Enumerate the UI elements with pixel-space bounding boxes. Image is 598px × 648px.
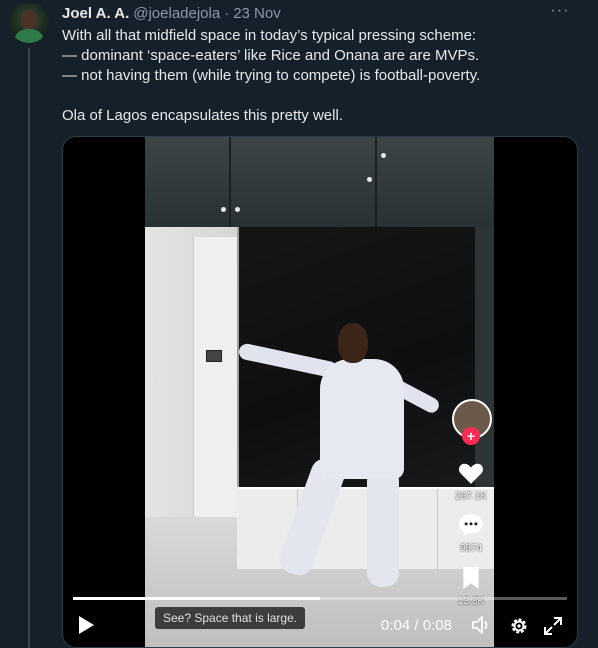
volume-icon[interactable]	[471, 615, 493, 635]
author-handle[interactable]: @joeladejola	[133, 5, 220, 22]
avatar-body	[15, 29, 43, 43]
separator-dot: ·	[224, 4, 230, 22]
tweet-line-3: — not having them (while trying to compe…	[62, 67, 481, 84]
comment-icon	[459, 514, 483, 536]
cabinet-knob	[221, 207, 226, 212]
current-time: 0:04	[381, 617, 411, 634]
time-display: 0:04 / 0:08	[381, 617, 452, 634]
tiktok-sidebar: + 267.1K 9874 13.3K	[445, 399, 497, 609]
person-torso	[320, 359, 404, 479]
gear-icon[interactable]	[509, 616, 529, 636]
author-name[interactable]: Joel A. A.	[62, 5, 129, 22]
tweet-date[interactable]: 23 Nov	[233, 5, 281, 22]
video-controls: See? Space that is large. 0:04 / 0:08	[63, 603, 577, 647]
thread-line	[28, 48, 30, 648]
heart-icon	[459, 463, 483, 484]
tweet-closing: Ola of Lagos encapsulates this pretty we…	[62, 107, 343, 124]
comment-count: 9874	[459, 543, 483, 554]
cabinet-seam	[375, 137, 377, 227]
cabinet-knob	[367, 177, 372, 182]
more-icon[interactable]: ···	[548, 2, 572, 22]
tweet-header: Joel A. A. @joeladejola · 23 Nov	[62, 4, 281, 22]
tiktok-save[interactable]: 13.3K	[445, 566, 497, 607]
fullscreen-icon[interactable]	[543, 616, 563, 636]
like-count: 267.1K	[455, 491, 487, 502]
wall-switch	[206, 350, 222, 362]
bench-seam	[437, 489, 438, 569]
play-icon[interactable]	[77, 615, 95, 635]
video-caption: See? Space that is large.	[155, 607, 306, 629]
tweet-line-2: — dominant ‘space-eaters’ like Rice and …	[62, 47, 480, 64]
time-separator: /	[410, 617, 423, 634]
plus-icon[interactable]: +	[462, 427, 480, 445]
tweet-text: With all that midfield space in today’s …	[62, 26, 582, 126]
avatar-face	[21, 10, 37, 30]
tiktok-like[interactable]: 267.1K	[445, 461, 497, 502]
avatar[interactable]	[9, 3, 49, 43]
video-frame	[145, 137, 494, 647]
tweet-line-1: With all that midfield space in today’s …	[62, 27, 477, 44]
cabinet-knob	[381, 153, 386, 158]
person-leg	[367, 467, 399, 587]
person-head	[338, 323, 368, 363]
cabinet-knob	[235, 207, 240, 212]
progress-bar[interactable]	[73, 597, 567, 600]
duration: 0:08	[422, 617, 452, 634]
tiktok-comment[interactable]: 9874	[445, 513, 497, 554]
progress-fill	[73, 597, 320, 600]
bookmark-icon	[463, 567, 479, 589]
upper-cabinets	[145, 137, 494, 227]
cabinet-seam	[229, 137, 231, 227]
pillar	[193, 237, 238, 537]
video-player[interactable]: + 267.1K 9874 13.3K See? Space that is l…	[62, 136, 578, 648]
